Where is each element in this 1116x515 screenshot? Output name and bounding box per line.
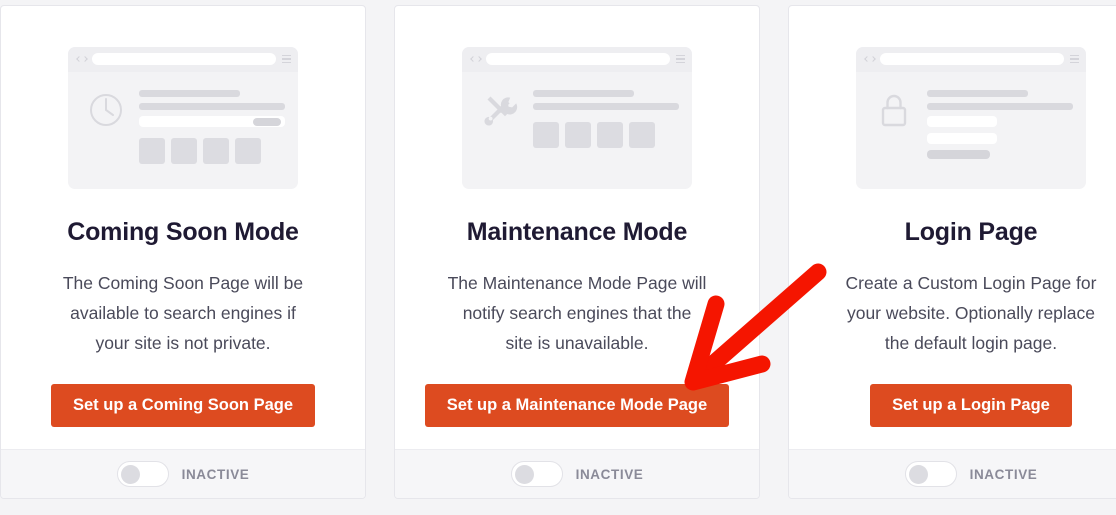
browser-chrome-bar [68, 47, 298, 72]
browser-url-bar [92, 53, 276, 65]
preview-line [533, 103, 679, 110]
card-footer: INACTIVE [1, 449, 365, 498]
status-badge: INACTIVE [181, 466, 250, 482]
clock-icon [86, 90, 126, 130]
preview-tile [203, 138, 229, 164]
lock-icon [874, 90, 914, 130]
preview-tile [533, 122, 559, 148]
browser-chrome-bar [856, 47, 1086, 72]
setup-login-page-button[interactable]: Set up a Login Page [870, 384, 1072, 427]
preview-social-tiles [533, 122, 679, 148]
browser-nav-arrows-icon [864, 56, 878, 64]
login-page-toggle[interactable] [904, 461, 957, 487]
card-title: Coming Soon Mode [67, 218, 299, 246]
preview-social-tiles [139, 138, 285, 164]
browser-url-bar [880, 53, 1064, 65]
preview-content [856, 72, 1086, 189]
preview-line [927, 103, 1073, 110]
card-description: Create a Custom Login Page for your webs… [845, 273, 1097, 353]
maintenance-mode-toggle[interactable] [510, 461, 563, 487]
toggle-knob [908, 465, 928, 484]
toggle-knob [514, 465, 534, 484]
card-coming-soon: Coming Soon Mode The Coming Soon Page wi… [0, 5, 366, 499]
setup-maintenance-mode-page-button[interactable]: Set up a Maintenance Mode Page [424, 384, 730, 427]
coming-soon-toggle[interactable] [116, 461, 169, 487]
hamburger-menu-icon [1070, 55, 1079, 64]
preview-line [139, 90, 240, 97]
status-badge: INACTIVE [575, 466, 644, 482]
coming-soon-preview-thumbnail [68, 47, 298, 189]
card-title: Login Page [904, 218, 1038, 246]
card-description: The Maintenance Mode Page will notify se… [447, 273, 707, 353]
preview-input-field [139, 116, 285, 127]
preview-tile [235, 138, 261, 164]
card-footer: INACTIVE [395, 449, 759, 498]
preview-content [462, 72, 692, 189]
preview-username-field [927, 116, 998, 127]
preview-tile [139, 138, 165, 164]
preview-tile [597, 122, 623, 148]
preview-line [533, 90, 634, 97]
card-title: Maintenance Mode [466, 218, 688, 246]
preview-password-field [927, 133, 998, 144]
maintenance-preview-thumbnail [462, 47, 692, 189]
card-footer: INACTIVE [789, 449, 1116, 498]
preview-text-lines [927, 90, 1073, 159]
hamburger-menu-icon [282, 55, 291, 64]
hamburger-menu-icon [676, 55, 685, 64]
preview-line [927, 90, 1028, 97]
login-page-preview-thumbnail [856, 47, 1086, 189]
modes-card-row: Coming Soon Mode The Coming Soon Page wi… [0, 5, 1116, 499]
browser-chrome-bar [462, 47, 692, 72]
card-description: The Coming Soon Page will be available t… [62, 273, 304, 353]
preview-tile [629, 122, 655, 148]
card-login-page: Login Page Create a Custom Login Page fo… [788, 5, 1116, 499]
browser-nav-arrows-icon [76, 56, 90, 64]
browser-url-bar [486, 53, 670, 65]
card-maintenance-mode: Maintenance Mode The Maintenance Mode Pa… [394, 5, 760, 499]
toggle-knob [120, 465, 140, 484]
preview-text-lines [139, 90, 285, 133]
tools-icon [480, 90, 520, 130]
preview-submit-pill [253, 118, 281, 126]
browser-nav-arrows-icon [470, 56, 484, 64]
status-badge: INACTIVE [969, 466, 1038, 482]
preview-tile [171, 138, 197, 164]
preview-content [68, 72, 298, 189]
preview-line [139, 103, 285, 110]
setup-coming-soon-page-button[interactable]: Set up a Coming Soon Page [50, 384, 316, 427]
preview-text-lines [533, 90, 679, 116]
preview-login-button [927, 150, 990, 159]
preview-tile [565, 122, 591, 148]
